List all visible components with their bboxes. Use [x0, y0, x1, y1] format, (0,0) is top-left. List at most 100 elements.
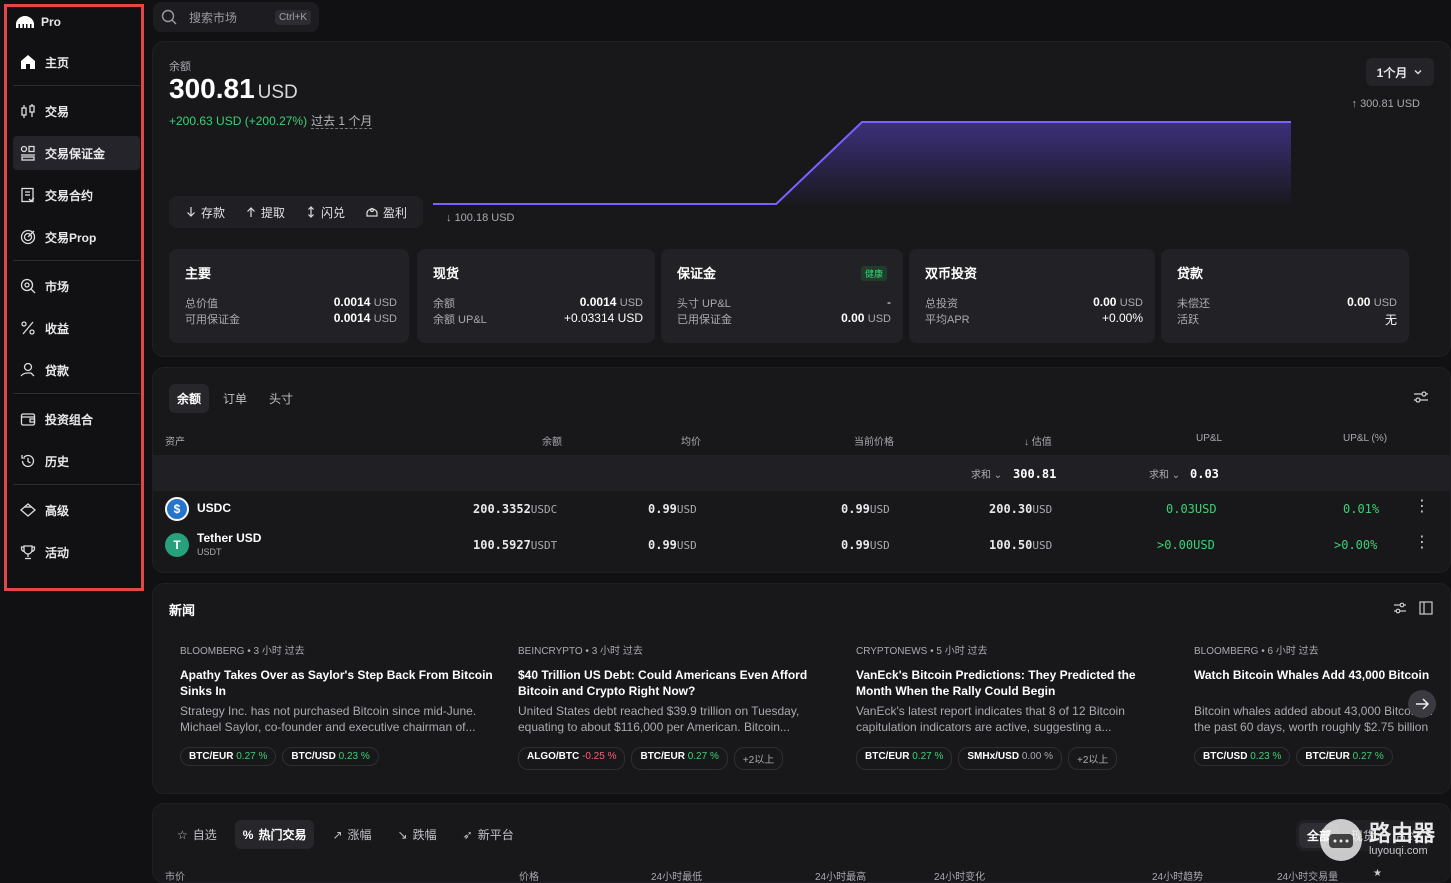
- column-24h-high[interactable]: 24小时最高: [815, 868, 866, 883]
- settings-sliders-icon[interactable]: [1412, 388, 1430, 406]
- news-card[interactable]: BLOOMBERG • 3 小时 过去 Apathy Takes Over as…: [180, 642, 498, 766]
- period-dropdown[interactable]: 1个月: [1366, 58, 1434, 86]
- column-upl-percent[interactable]: UP&L (%): [1343, 433, 1387, 444]
- earn-button[interactable]: 盈利: [365, 204, 407, 221]
- panel-layout-icon[interactable]: [1418, 600, 1434, 616]
- chip-pair: SMHx/USD: [967, 751, 1019, 762]
- sum-label[interactable]: 求和 ⌄: [1149, 466, 1180, 481]
- sidebar-item-prop[interactable]: 交易Prop: [13, 220, 140, 254]
- news-tags: BTC/USD 0.23 % BTC/EUR 0.27 %: [1194, 747, 1436, 766]
- balance-label: 余额: [169, 58, 191, 74]
- sidebar-item-portfolio[interactable]: 投资组合: [13, 402, 140, 436]
- sidebar-item-label: 高级: [45, 502, 69, 519]
- pair-chip[interactable]: BTC/EUR 0.27 %: [856, 747, 952, 770]
- asset-uplp-number: >0.00: [1334, 538, 1370, 552]
- watermark-text: 路由器 luyouqi.com: [1369, 823, 1435, 857]
- pair-chip[interactable]: BTC/EUR 0.27 %: [180, 747, 276, 766]
- chip-change: 0.23 %: [1250, 751, 1281, 762]
- more-tags-chip[interactable]: +2以上: [1068, 747, 1117, 770]
- status-badge: 健康: [861, 266, 887, 281]
- sidebar-item-label: 贷款: [45, 362, 69, 379]
- chip-change: 0.27 %: [236, 751, 267, 762]
- market-icon: [19, 277, 37, 295]
- chart-min-value: 100.18 USD: [455, 212, 515, 224]
- more-options-icon[interactable]: ⋮: [1414, 538, 1430, 548]
- column-24h-change[interactable]: 24小时变化: [934, 868, 985, 883]
- pair-chip[interactable]: BTC/EUR 0.27 %: [631, 747, 727, 770]
- news-next-button[interactable]: [1408, 690, 1436, 718]
- tab-losers[interactable]: ↘跌幅: [390, 820, 445, 849]
- sidebar-item-markets[interactable]: 市场: [13, 269, 140, 303]
- column-asset[interactable]: 资产: [165, 433, 185, 448]
- asset-avg-price: 0.99USD: [648, 538, 697, 552]
- sidebar-item-advanced[interactable]: 高级: [13, 493, 140, 527]
- news-tags: ALGO/BTC -0.25 % BTC/EUR 0.27 % +2以上: [518, 747, 836, 770]
- tab-gainers[interactable]: ↗涨幅: [324, 820, 379, 849]
- tab-label: 热门交易: [258, 826, 306, 843]
- account-row-number: 0.0014: [334, 311, 371, 325]
- account-card-dual-investment[interactable]: 双币投资 总投资0.00 USD 平均APR+0.00%: [909, 249, 1155, 343]
- more-tags-chip[interactable]: +2以上: [734, 747, 783, 770]
- table-row[interactable]: $ USDC 200.3352USDC 0.99USD 0.99USD 200.…: [153, 492, 1450, 526]
- balance-chart: [433, 102, 1433, 212]
- sidebar-item-loans[interactable]: 贷款: [13, 353, 140, 387]
- sidebar-item-futures[interactable]: 交易合约: [13, 178, 140, 212]
- account-row-unit: USD: [620, 297, 643, 309]
- column-24h-volume[interactable]: 24小时交易量: [1277, 868, 1338, 883]
- account-card-primary[interactable]: 主要 总价值0.0014 USD 可用保证金0.0014 USD: [169, 249, 409, 343]
- account-row-unit: USD: [868, 313, 891, 325]
- column-avg-price[interactable]: 均价: [681, 433, 701, 448]
- account-card-loans[interactable]: 贷款 未偿还0.00 USD 活跃无: [1161, 249, 1409, 343]
- tab-watchlist[interactable]: ☆自选: [169, 820, 225, 849]
- table-row[interactable]: T Tether USD USDT 100.5927USDT 0.99USD 0…: [153, 528, 1450, 562]
- more-options-icon[interactable]: ⋮: [1414, 502, 1430, 512]
- deposit-button[interactable]: 存款: [185, 204, 225, 221]
- account-card-margin[interactable]: 保证金 健康 头寸 UP&L- 已用保证金0.00 USD: [661, 249, 903, 343]
- news-card[interactable]: CRYPTONEWS • 5 小时 过去 VanEck's Bitcoin Pr…: [856, 642, 1174, 770]
- account-row-label: 头寸 UP&L: [677, 295, 731, 311]
- news-card[interactable]: BEINCRYPTO • 3 小时 过去 $40 Trillion US Deb…: [518, 642, 836, 770]
- tab-balances[interactable]: 余额: [169, 384, 209, 413]
- sidebar-item-trade[interactable]: 交易: [13, 94, 140, 128]
- asset-name: Tether USD: [197, 531, 261, 545]
- account-row: 已用保证金0.00 USD: [677, 311, 891, 327]
- sidebar-item-earn[interactable]: 收益: [13, 311, 140, 345]
- asset-current-price: 0.99USD: [841, 502, 890, 516]
- news-summary: United States debt reached $39.9 trillio…: [518, 703, 836, 735]
- tab-positions[interactable]: 头寸: [261, 384, 301, 413]
- news-card[interactable]: BLOOMBERG • 6 小时 过去 Watch Bitcoin Whales…: [1194, 642, 1436, 766]
- convert-button[interactable]: 闪兑: [305, 204, 345, 221]
- pair-chip[interactable]: ALGO/BTC -0.25 %: [518, 747, 625, 770]
- sidebar-item-home[interactable]: 主页: [13, 45, 140, 79]
- tab-new-listings[interactable]: ➶新平台: [455, 820, 522, 849]
- withdraw-button[interactable]: 提取: [245, 204, 285, 221]
- column-current-price[interactable]: 当前价格: [854, 433, 894, 448]
- star-icon[interactable]: ★: [1373, 868, 1382, 879]
- account-card-spot[interactable]: 现货 余额0.0014 USD 余额 UP&L+0.03314 USD: [417, 249, 655, 343]
- asset-value-number: 200.30: [989, 502, 1032, 516]
- tab-trending[interactable]: %热门交易: [235, 820, 315, 849]
- column-24h-low[interactable]: 24小时最低: [651, 868, 702, 883]
- search-input[interactable]: 搜索市场 Ctrl+K: [153, 2, 319, 32]
- tab-orders[interactable]: 订单: [215, 384, 255, 413]
- brand-logo[interactable]: Pro: [15, 15, 61, 29]
- column-value[interactable]: ↓ 估值: [1024, 433, 1052, 448]
- chip-pair: BTC/EUR: [1305, 751, 1349, 762]
- column-price[interactable]: 价格: [519, 868, 539, 883]
- balance-value: 300.81USD: [169, 73, 298, 105]
- settings-sliders-icon[interactable]: [1392, 600, 1408, 616]
- pair-chip[interactable]: BTC/USD 0.23 %: [1194, 747, 1290, 766]
- pair-chip[interactable]: BTC/EUR 0.27 %: [1296, 747, 1392, 766]
- column-balance[interactable]: 余额: [542, 433, 562, 448]
- column-24h-trend[interactable]: 24小时趋势: [1152, 868, 1203, 883]
- sidebar-item-history[interactable]: 历史: [13, 444, 140, 478]
- sidebar-item-events[interactable]: 活动: [13, 535, 140, 569]
- sidebar-item-margin[interactable]: 交易保证金: [13, 136, 140, 170]
- column-upl[interactable]: UP&L: [1196, 433, 1222, 444]
- asset-upl: 0.03USD: [1166, 502, 1217, 516]
- pair-chip[interactable]: SMHx/USD 0.00 %: [958, 747, 1062, 770]
- sum-label[interactable]: 求和 ⌄: [971, 466, 1002, 481]
- chip-change: -0.25 %: [582, 751, 616, 762]
- column-market[interactable]: 市价: [165, 868, 185, 883]
- pair-chip[interactable]: BTC/USD 0.23 %: [282, 747, 378, 766]
